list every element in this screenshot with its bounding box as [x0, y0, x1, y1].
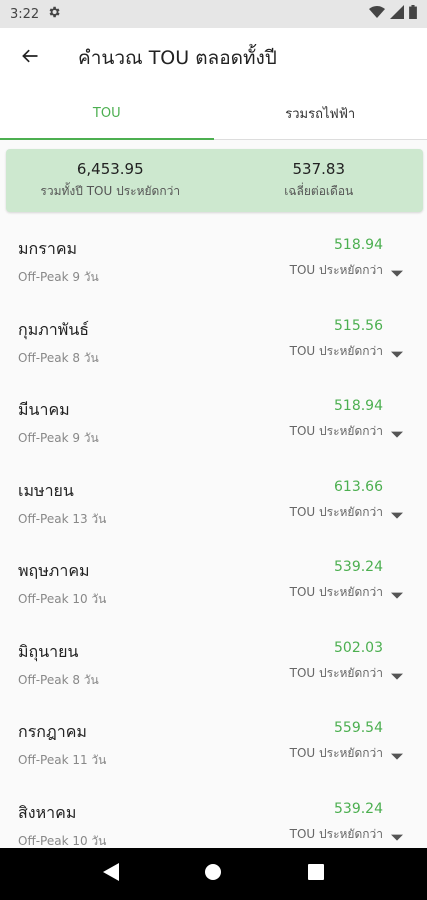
- month-offpeak: Off-Peak 9 วัน: [18, 431, 99, 445]
- month-amount: 515.56: [334, 317, 383, 334]
- nav-home-button[interactable]: [193, 854, 233, 894]
- month-name: เมษายน: [18, 480, 74, 500]
- month-list: มกราคม Off-Peak 9 วัน 518.94 TOU ประหยัด…: [0, 230, 427, 874]
- nav-back-icon: [103, 863, 120, 885]
- month-note: TOU ประหยัดกว่า: [289, 504, 383, 519]
- summary-card: 6,453.95 รวมทั้งปี TOU ประหยัดกว่า 537.8…: [6, 149, 423, 212]
- month-offpeak: Off-Peak 8 วัน: [18, 350, 99, 365]
- summary-total: 6,453.95 รวมทั้งปี TOU ประหยัดกว่า: [6, 149, 215, 212]
- summary-total-label: รวมทั้งปี TOU ประหยัดกว่า: [40, 184, 181, 198]
- month-amount: 502.03: [334, 639, 383, 656]
- chevron-down-icon[interactable]: [385, 472, 409, 553]
- summary-average-value: 537.83: [292, 160, 346, 178]
- month-row-january[interactable]: มกราคม Off-Peak 9 วัน 518.94 TOU ประหยัด…: [0, 230, 427, 311]
- month-amount: 539.24: [334, 800, 383, 817]
- month-note: TOU ประหยัดกว่า: [289, 746, 383, 760]
- settings-icon: [47, 5, 61, 23]
- month-note: TOU ประหยัดกว่า: [289, 665, 383, 680]
- nav-recents-button[interactable]: [296, 854, 336, 894]
- system-nav-bar: [0, 848, 427, 900]
- chevron-down-icon[interactable]: [385, 552, 409, 633]
- summary-average: 537.83 เฉลี่ยต่อเดือน: [215, 149, 424, 212]
- month-offpeak: Off-Peak 9 วัน: [18, 270, 99, 284]
- status-bar: 3:22: [0, 0, 427, 28]
- month-name: มิถุนายน: [18, 641, 79, 661]
- month-row-april[interactable]: เมษายน Off-Peak 13 วัน 613.66 TOU ประหยั…: [0, 472, 427, 553]
- month-offpeak: Off-Peak 10 วัน: [18, 592, 107, 606]
- battery-icon: [409, 5, 417, 23]
- month-name: กุมภาพันธ์: [18, 319, 90, 339]
- wifi-icon: [369, 5, 385, 23]
- month-name: มีนาคม: [18, 400, 70, 419]
- month-amount: 518.94: [334, 237, 383, 253]
- tab-tou[interactable]: TOU: [0, 88, 214, 140]
- month-amount: 539.24: [334, 559, 383, 575]
- chevron-down-icon[interactable]: [385, 391, 409, 472]
- back-arrow-icon: [20, 46, 40, 70]
- signal-icon: [390, 5, 404, 23]
- tab-bar: TOU รวมรถไฟฟ้า: [0, 88, 427, 140]
- app-bar: คำนวณ TOU ตลอดทั้งปี: [0, 28, 427, 88]
- month-row-june[interactable]: มิถุนายน Off-Peak 8 วัน 502.03 TOU ประหย…: [0, 633, 427, 714]
- month-note: TOU ประหยัดกว่า: [289, 263, 383, 277]
- tab-ev-combined[interactable]: รวมรถไฟฟ้า: [214, 88, 427, 139]
- month-name: พฤษภาคม: [18, 561, 90, 580]
- status-time: 3:22: [10, 6, 40, 22]
- month-note: TOU ประหยัดกว่า: [289, 343, 383, 358]
- month-note: TOU ประหยัดกว่า: [289, 424, 383, 438]
- month-amount: 613.66: [334, 478, 383, 495]
- page-title: คำนวณ TOU ตลอดทั้งปี: [78, 47, 277, 69]
- status-icons: [369, 5, 417, 23]
- month-row-july[interactable]: กรกฎาคม Off-Peak 11 วัน 559.54 TOU ประหย…: [0, 713, 427, 794]
- chevron-down-icon[interactable]: [385, 311, 409, 392]
- chevron-down-icon[interactable]: [385, 633, 409, 714]
- month-name: มกราคม: [18, 239, 78, 258]
- month-amount: 518.94: [334, 398, 383, 414]
- nav-back-button[interactable]: [91, 854, 131, 894]
- month-offpeak: Off-Peak 8 วัน: [18, 672, 99, 687]
- back-button[interactable]: [0, 28, 60, 88]
- month-name: สิงหาคม: [18, 802, 77, 822]
- month-offpeak: Off-Peak 11 วัน: [18, 753, 107, 767]
- summary-average-label: เฉลี่ยต่อเดือน: [284, 184, 354, 198]
- month-row-february[interactable]: กุมภาพันธ์ Off-Peak 8 วัน 515.56 TOU ประ…: [0, 311, 427, 392]
- month-row-march[interactable]: มีนาคม Off-Peak 9 วัน 518.94 TOU ประหยัด…: [0, 391, 427, 472]
- month-amount: 559.54: [334, 720, 383, 736]
- month-offpeak: Off-Peak 13 วัน: [18, 511, 107, 526]
- nav-recents-icon: [307, 864, 324, 884]
- chevron-down-icon[interactable]: [385, 230, 409, 311]
- month-note: TOU ประหยัดกว่า: [289, 826, 383, 841]
- month-row-may[interactable]: พฤษภาคม Off-Peak 10 วัน 539.24 TOU ประหย…: [0, 552, 427, 633]
- nav-home-icon: [204, 863, 222, 885]
- summary-total-value: 6,453.95: [76, 160, 144, 178]
- month-note: TOU ประหยัดกว่า: [289, 585, 383, 599]
- month-name: กรกฎาคม: [18, 722, 87, 741]
- chevron-down-icon[interactable]: [385, 713, 409, 794]
